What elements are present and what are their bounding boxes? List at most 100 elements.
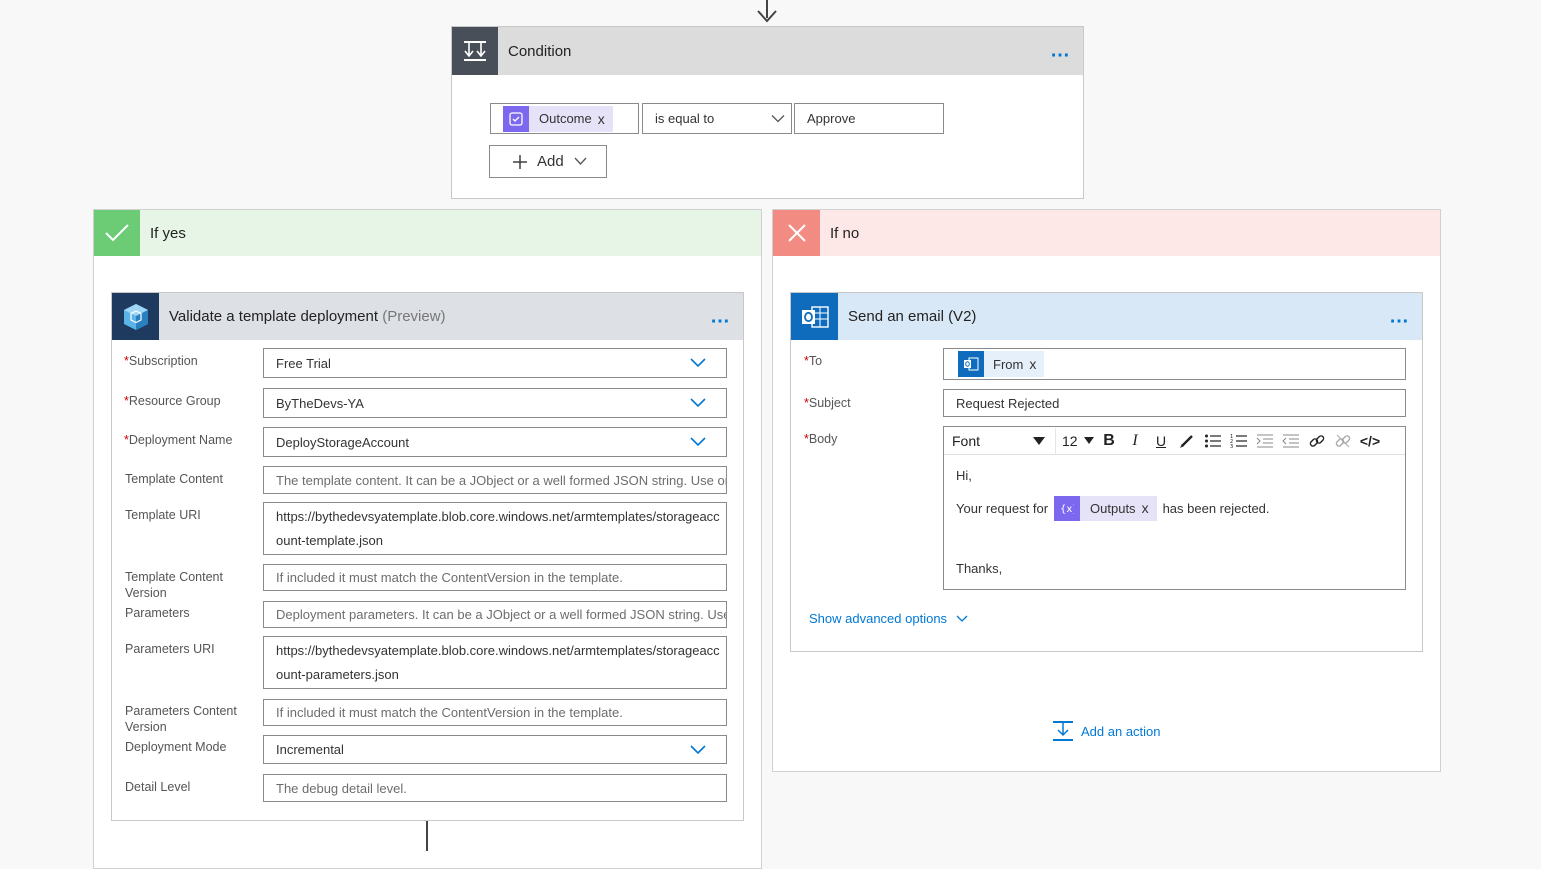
body-editor[interactable]: Font 12 B I U 123 </> Hi, Your request f…	[943, 426, 1406, 590]
font-select[interactable]: Font	[944, 427, 1056, 454]
send-email-header[interactable]: Send an email (V2) …	[791, 293, 1422, 340]
resource-group-label-text: Resource Group	[128, 394, 221, 408]
deployment-name-select[interactable]: DeployStorageAccount	[263, 427, 727, 457]
indent-icon	[1256, 434, 1273, 447]
condition-menu-button[interactable]: …	[1050, 40, 1071, 63]
condition-value-input[interactable]: Approve	[794, 103, 944, 134]
subject-input[interactable]: Request Rejected	[943, 389, 1406, 417]
if-no-header[interactable]: If no	[773, 210, 1440, 256]
chevron-down-icon	[690, 398, 706, 408]
body-line: Your request for {x} Outputs x has been …	[956, 488, 1395, 528]
svg-text:3: 3	[1230, 444, 1233, 449]
close-icon	[773, 210, 820, 256]
parameters-placeholder: Deployment parameters. It can be a JObje…	[276, 607, 726, 622]
underline-button[interactable]: U	[1148, 428, 1174, 454]
parameters-uri-value-line1: https://bythedevsyatemplate.blob.core.wi…	[276, 642, 720, 658]
parameters-input[interactable]: Deployment parameters. It can be a JObje…	[263, 601, 727, 628]
validate-deployment-title: Validate a template deployment (Preview)	[169, 308, 446, 325]
outlook-icon	[791, 293, 838, 340]
send-email-menu-button[interactable]: …	[1389, 305, 1410, 328]
body-label-text: Body	[808, 432, 838, 446]
chevron-down-icon	[690, 358, 706, 368]
indent-button[interactable]	[1252, 428, 1278, 454]
subject-label: *Subject	[804, 395, 851, 411]
condition-icon	[452, 27, 498, 75]
condition-operator-value: is equal to	[655, 111, 715, 126]
chevron-down-icon	[690, 744, 706, 754]
pen-icon	[1180, 434, 1193, 448]
caret-down-icon	[1084, 437, 1094, 444]
font-size-value: 12	[1062, 432, 1078, 449]
to-label: *To	[804, 353, 822, 369]
caret-down-icon	[1033, 436, 1045, 445]
outputs-token-label: Outputs	[1090, 500, 1136, 516]
template-content-input[interactable]: The template content. It can be a JObjec…	[263, 466, 727, 494]
plus-icon	[513, 154, 527, 169]
to-input[interactable]: From x	[943, 348, 1406, 380]
validate-deployment-header[interactable]: Validate a template deployment (Preview)…	[112, 293, 743, 340]
outcome-token-remove[interactable]: x	[598, 111, 613, 127]
from-token-label: From	[993, 356, 1024, 372]
chevron-down-icon	[956, 615, 968, 622]
send-email-title: Send an email (V2)	[848, 308, 977, 325]
template-content-version-input[interactable]: If included it must match the ContentVer…	[263, 564, 727, 591]
bullet-list-button[interactable]	[1200, 428, 1226, 454]
add-action-button[interactable]: Add an action	[1052, 719, 1161, 743]
subscription-select[interactable]: Free Trial	[263, 348, 727, 378]
numbered-list-button[interactable]: 123	[1226, 428, 1252, 454]
code-view-button[interactable]: </>	[1356, 428, 1384, 454]
outcome-token[interactable]: Outcome x	[503, 105, 613, 132]
chevron-down-icon	[690, 437, 706, 447]
arrow-down-icon	[757, 10, 777, 23]
detail-level-input[interactable]: The debug detail level.	[263, 774, 727, 802]
deployment-name-label-text: Deployment Name	[128, 433, 233, 447]
parameters-content-version-label-line1: Parameters Content	[125, 704, 237, 718]
parameters-uri-input[interactable]: https://bythedevsyatemplate.blob.core.wi…	[263, 636, 727, 689]
template-content-placeholder: The template content. It can be a JObjec…	[276, 472, 726, 488]
deployment-mode-value: Incremental	[276, 742, 344, 757]
parameters-label: Parameters	[125, 606, 190, 620]
insert-link-button[interactable]	[1304, 428, 1330, 454]
template-uri-value-line2: ount-template.json	[276, 532, 383, 548]
remove-link-button[interactable]	[1330, 428, 1356, 454]
add-condition-button[interactable]: Add	[489, 145, 607, 178]
svg-text:{x}: {x}	[1060, 504, 1074, 514]
template-content-version-label-line2: Version	[125, 586, 167, 600]
italic-button[interactable]: I	[1122, 428, 1148, 454]
from-token-remove[interactable]: x	[1029, 356, 1044, 372]
parameters-content-version-label-line2: Version	[125, 720, 167, 734]
arm-cube-icon	[112, 293, 159, 340]
deployment-mode-select[interactable]: Incremental	[263, 735, 727, 764]
add-condition-label: Add	[537, 153, 564, 170]
template-uri-input[interactable]: https://bythedevsyatemplate.blob.core.wi…	[263, 502, 727, 555]
if-yes-header[interactable]: If yes	[94, 210, 761, 256]
condition-operator-select[interactable]: is equal to	[642, 103, 792, 134]
deployment-name-value: DeployStorageAccount	[276, 434, 409, 450]
validate-deployment-menu-button[interactable]: …	[710, 305, 731, 328]
highlight-button[interactable]	[1174, 428, 1200, 454]
add-action-label: Add an action	[1081, 723, 1161, 739]
body-editor-content[interactable]: Hi, Your request for {x} Outputs x has b…	[956, 463, 1395, 578]
outputs-token-remove[interactable]: x	[1142, 500, 1157, 516]
resource-group-value: ByTheDevs-YA	[276, 395, 364, 411]
parameters-uri-value-line2: ount-parameters.json	[276, 666, 399, 682]
add-action-icon	[1053, 721, 1073, 741]
font-size-select[interactable]: 12	[1056, 428, 1096, 454]
condition-left-operand[interactable]: Outcome x	[490, 103, 639, 134]
resource-group-label: *Resource Group	[124, 393, 221, 409]
template-content-version-label: Template Content Version	[125, 569, 223, 601]
approval-icon	[503, 105, 529, 132]
bold-button[interactable]: B	[1096, 428, 1122, 454]
parameters-uri-label: Parameters URI	[125, 642, 215, 656]
deployment-mode-label: Deployment Mode	[125, 740, 227, 754]
from-token[interactable]: From x	[958, 351, 1045, 377]
condition-header[interactable]: Condition …	[452, 27, 1083, 75]
parameters-content-version-input[interactable]: If included it must match the ContentVer…	[263, 699, 727, 726]
outdent-button[interactable]	[1278, 428, 1304, 454]
bottom-connector-line	[426, 821, 428, 851]
show-advanced-options-link[interactable]: Show advanced options	[809, 611, 968, 626]
template-content-version-placeholder: If included it must match the ContentVer…	[276, 570, 623, 585]
unlink-icon	[1335, 434, 1351, 447]
outputs-token[interactable]: {x} Outputs x	[1054, 495, 1157, 521]
resource-group-select[interactable]: ByTheDevs-YA	[263, 388, 727, 418]
